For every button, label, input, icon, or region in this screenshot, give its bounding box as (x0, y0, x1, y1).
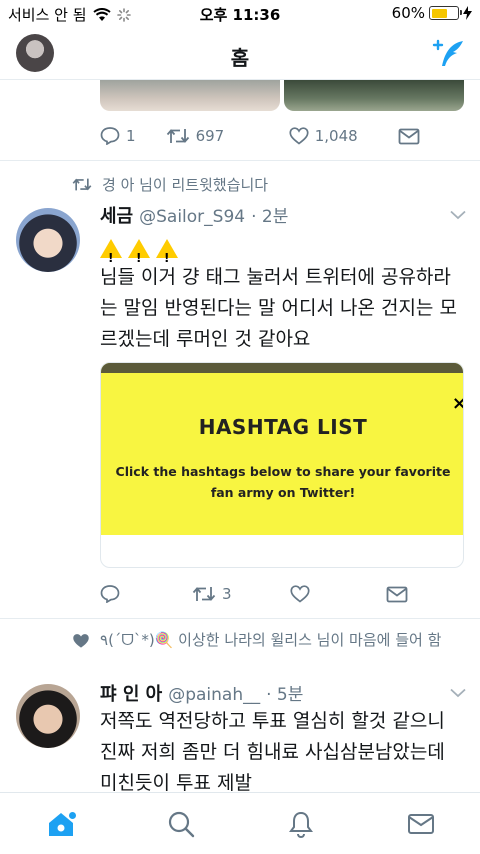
like-icon (290, 585, 310, 603)
like-context-text: ٩(´ᗜ`*)🍭 이상한 나라의 윌리스 님이 마음에 들어 함 (100, 631, 442, 649)
bottom-tab-bar (0, 792, 480, 854)
like-button[interactable]: 1,048 (289, 127, 398, 145)
reply-button[interactable]: 1 (100, 127, 166, 145)
dm-icon (398, 128, 420, 144)
tweet-text-block: ! ! ! 님들 이거 걍 태그 눌러서 트위터에 공유하라는 말임 반영된다는… (100, 234, 468, 355)
like-icon (289, 127, 309, 145)
battery-percent: 60% (391, 4, 425, 22)
retweet-icon (72, 178, 92, 191)
media-image[interactable] (284, 80, 464, 111)
page-title: 홈 (230, 46, 250, 70)
retweet-button[interactable]: 3 (192, 585, 290, 603)
retweet-count: 3 (222, 585, 232, 603)
retweet-icon (166, 129, 189, 143)
avatar[interactable] (16, 208, 80, 272)
compose-icon[interactable] (430, 38, 466, 70)
warning-emoji-row: ! ! ! (100, 234, 468, 265)
link-card[interactable]: × HASHTAG LIST Click the hashtags below … (100, 362, 464, 568)
media-image[interactable] (100, 80, 280, 111)
tab-search[interactable] (166, 809, 196, 839)
like-count: 1,048 (314, 127, 358, 145)
like-button[interactable] (290, 585, 386, 603)
dm-button[interactable] (386, 586, 408, 603)
tab-home[interactable] (46, 809, 76, 839)
reply-count: 1 (126, 127, 136, 145)
tweet-text: 님들 이거 걍 태그 눌러서 트위터에 공유하라는 말임 반영된다는 말 어디서… (100, 266, 457, 350)
reply-icon (100, 127, 120, 145)
top-nav: 홈 (0, 28, 480, 80)
charging-icon (463, 6, 472, 20)
tweet-text: 저쪽도 역전당하고 투표 열심히 할것 같으니 진짜 저희 좀만 더 힘내료 사… (100, 710, 445, 792)
status-bar: 서비스 안 됨 오후 11:36 60% (0, 0, 480, 28)
tweet-author-handle[interactable]: @painah__ (168, 685, 260, 705)
tweet-author-name[interactable]: 퍄 인 아 (100, 680, 162, 706)
tweet-media[interactable] (100, 80, 464, 111)
status-right: 60% (392, 4, 472, 22)
like-context[interactable]: ٩(´ᗜ`*)🍭 이상한 나라의 윌리스 님이 마음에 들어 함 (72, 628, 468, 652)
tweet-divider (0, 160, 480, 161)
tweet-actions: 3 (100, 582, 420, 606)
reply-icon (100, 585, 120, 603)
messages-icon (408, 814, 434, 834)
retweet-button[interactable]: 697 (166, 127, 289, 145)
tweet-actions: 1 697 1,048 (100, 124, 420, 148)
tab-notifications[interactable] (286, 809, 316, 839)
tab-messages[interactable] (406, 809, 436, 839)
card-title: HASHTAG LIST (198, 415, 368, 439)
dm-button[interactable] (398, 128, 420, 145)
notifications-icon (289, 811, 313, 839)
tweet-header: 퍄 인 아 @painah__ · 5분 (100, 680, 303, 706)
retweet-context-text: 경 아 님이 리트윗했습니다 (102, 176, 269, 194)
tweet-timestamp: · 5분 (266, 685, 304, 705)
tweet-timestamp: · 2분 (251, 207, 289, 227)
tweet-author-handle[interactable]: @Sailor_S94 (139, 207, 245, 227)
card-image[interactable]: × HASHTAG LIST Click the hashtags below … (101, 363, 463, 535)
chevron-down-icon[interactable] (450, 688, 466, 698)
card-image-topbar (101, 363, 463, 373)
warning-icon: ! (156, 238, 178, 265)
search-icon (168, 811, 195, 838)
battery-icon (429, 6, 462, 20)
heart-filled-icon (73, 634, 89, 648)
chevron-down-icon[interactable] (450, 210, 466, 220)
warning-icon: ! (100, 238, 122, 265)
avatar[interactable] (16, 684, 80, 748)
tweet-author-name[interactable]: 세금 (100, 202, 133, 228)
retweet-context[interactable]: 경 아 님이 리트윗했습니다 (72, 174, 268, 195)
reply-button[interactable] (100, 585, 192, 603)
dm-icon (386, 586, 408, 602)
tweet-divider (0, 618, 480, 619)
home-new-dot (69, 812, 76, 819)
warning-icon: ! (128, 238, 150, 265)
card-text: Click the hashtags below to share your f… (115, 464, 451, 500)
battery-fill (431, 8, 447, 18)
retweet-icon (192, 587, 216, 601)
home-timeline[interactable]: 1 697 1,048 경 아 님이 리트윗했습니다 세금 @Sailor_S9… (0, 80, 480, 792)
card-close-glyph: × (452, 393, 463, 414)
tweet-header: 세금 @Sailor_S94 · 2분 (100, 202, 288, 228)
retweet-count: 697 (195, 127, 225, 145)
